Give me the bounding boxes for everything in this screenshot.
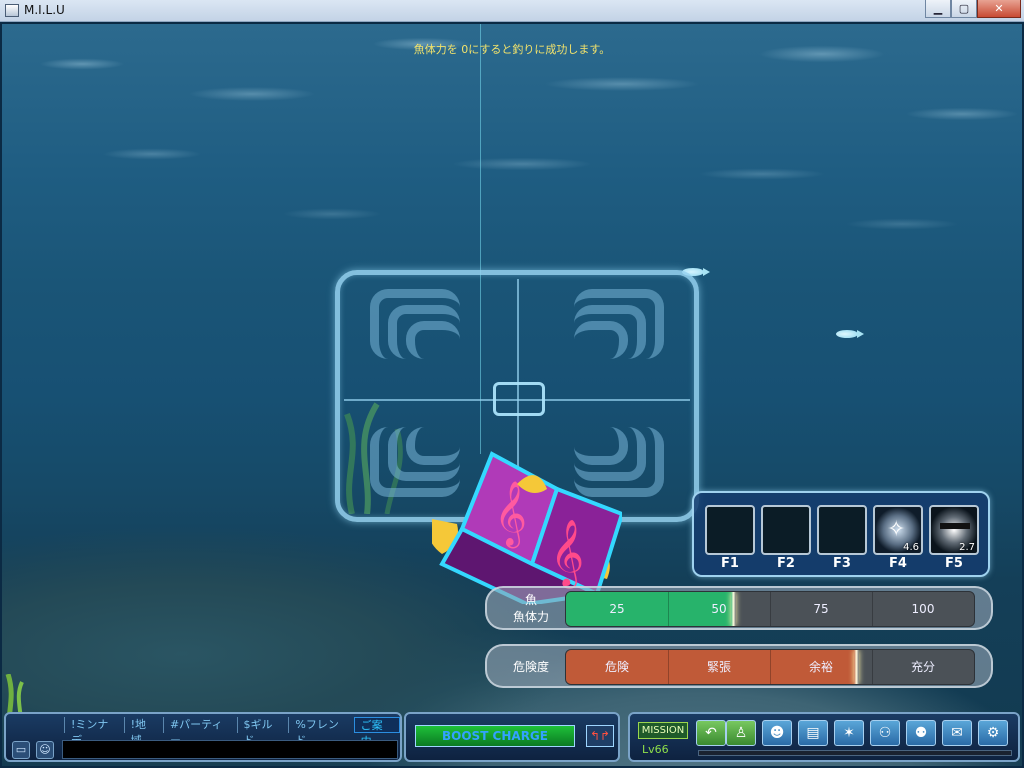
- stamina-tick: 75: [813, 602, 829, 616]
- target-arcs: [370, 289, 460, 359]
- window-controls: ▁ ▢ ✕: [925, 0, 1021, 18]
- music-cube-fish: 𝄞 𝄞: [432, 451, 622, 604]
- boost-charge-bar[interactable]: BOOST CHARGE: [415, 725, 575, 747]
- danger-label: 危険度: [512, 660, 549, 674]
- close-button[interactable]: ✕: [977, 0, 1021, 18]
- community-icon[interactable]: ⚉: [906, 720, 936, 746]
- skill-key-label: F1: [721, 556, 739, 571]
- skill-slot-f5[interactable]: 2.7: [929, 505, 979, 555]
- danger-tick: 緊張: [706, 660, 731, 674]
- maximize-button[interactable]: ▢: [951, 0, 977, 18]
- fishing-hint: 魚体力を 0にすると釣りに成功します。: [413, 43, 611, 56]
- small-fish: [836, 330, 864, 338]
- chat-tab-area[interactable]: !地域: [123, 717, 163, 747]
- target-arcs: [574, 289, 664, 359]
- chat-tab-party[interactable]: #パーティー: [162, 717, 237, 747]
- window-title: M.I.L.U: [24, 3, 65, 17]
- minimize-button[interactable]: ▁: [925, 0, 951, 18]
- skill-slot-f1[interactable]: [705, 505, 755, 555]
- fish-stamina-label: 魚体力: [512, 610, 549, 624]
- chat-input[interactable]: [62, 740, 398, 759]
- skill-icon[interactable]: ✶: [834, 720, 864, 746]
- water-surface: [2, 24, 1022, 284]
- experience-bar: [698, 750, 1012, 756]
- character-status-icon[interactable]: ♙: [726, 720, 756, 746]
- party-add-icon[interactable]: ⚇: [870, 720, 900, 746]
- boost-panel: BOOST CHARGE ↰↱: [404, 712, 620, 762]
- danger-tick: 危険: [604, 660, 629, 674]
- boost-toggle-button[interactable]: ↰↱: [586, 725, 614, 747]
- skill-key-label: F2: [777, 556, 795, 571]
- stamina-tick: 25: [609, 602, 625, 616]
- chat-tab-friend[interactable]: %フレンド: [288, 717, 353, 747]
- skill-cooldown: 4.6: [903, 542, 919, 553]
- skill-key-label: F5: [945, 556, 963, 571]
- fish-stamina-bar: 25 50 75 100: [565, 591, 975, 627]
- danger-tick: 充分: [910, 660, 935, 674]
- danger-gauge: 危険度 危険 緊張 余裕 充分: [485, 644, 993, 688]
- fish-stamina-gauge: 魚 魚体力 25 50 75 100: [485, 586, 993, 630]
- chat-bubble-icon[interactable]: ✉: [942, 720, 972, 746]
- settings-gear-icon[interactable]: ⚙: [978, 720, 1008, 746]
- skill-bar: ✧ 4.6 2.7 F1 F2 F3 F4 F5: [692, 491, 990, 577]
- skill-cooldown: 2.7: [959, 542, 975, 553]
- target-center-box: [493, 382, 545, 416]
- danger-bar: 危険 緊張 余裕 充分: [565, 649, 975, 685]
- app-icon: [5, 4, 19, 17]
- character-icon[interactable]: ☻: [762, 720, 792, 746]
- stamina-tick: 100: [911, 602, 935, 616]
- skill-slot-f4[interactable]: ✧ 4.6: [873, 505, 923, 555]
- game-viewport[interactable]: 魚体力を 0にすると釣りに成功します。 𝄞 𝄞 ✧ 4.6 2.7 F1 F2 …: [2, 24, 1022, 766]
- window-titlebar: M.I.L.U ▁ ▢ ✕: [0, 0, 1024, 22]
- stamina-tick: 50: [711, 602, 727, 616]
- return-icon[interactable]: ↶: [696, 720, 726, 746]
- chat-tab-guide[interactable]: ご案内: [353, 717, 400, 748]
- emoticon-icon[interactable]: ☺: [36, 741, 54, 759]
- svg-text:𝄞: 𝄞: [494, 481, 527, 548]
- inventory-icon[interactable]: ▤: [798, 720, 828, 746]
- fishing-lure-icon: ✧: [887, 517, 906, 542]
- chat-tabs: !ミンナデ !地域 #パーティー $ギルド %フレンド ご案内: [64, 717, 400, 748]
- danger-marker: [854, 650, 859, 684]
- chat-panel: !ミンナデ !地域 #パーティー $ギルド %フレンド ご案内 ▭ ☺: [4, 712, 402, 762]
- stamina-marker: [731, 592, 736, 626]
- skill-slot-f2[interactable]: [761, 505, 811, 555]
- chat-tab-all[interactable]: !ミンナデ: [64, 717, 124, 747]
- fishing-reel-icon: [940, 523, 970, 529]
- skill-key-label: F4: [889, 556, 907, 571]
- fish-label: 魚: [524, 593, 537, 607]
- player-level: Lv66: [642, 743, 669, 756]
- chat-tab-guild[interactable]: $ギルド: [236, 717, 289, 747]
- skill-slot-f3[interactable]: [817, 505, 867, 555]
- chat-window-icon[interactable]: ▭: [12, 741, 30, 759]
- skill-key-label: F3: [833, 556, 851, 571]
- mission-button[interactable]: MISSION: [638, 722, 688, 739]
- main-menu-bar: MISSION Lv66 ↶ ♙ ☻ ▤ ✶ ⚇ ⚉ ✉ ⚙: [628, 712, 1020, 762]
- svg-text:𝄞: 𝄞: [550, 518, 584, 589]
